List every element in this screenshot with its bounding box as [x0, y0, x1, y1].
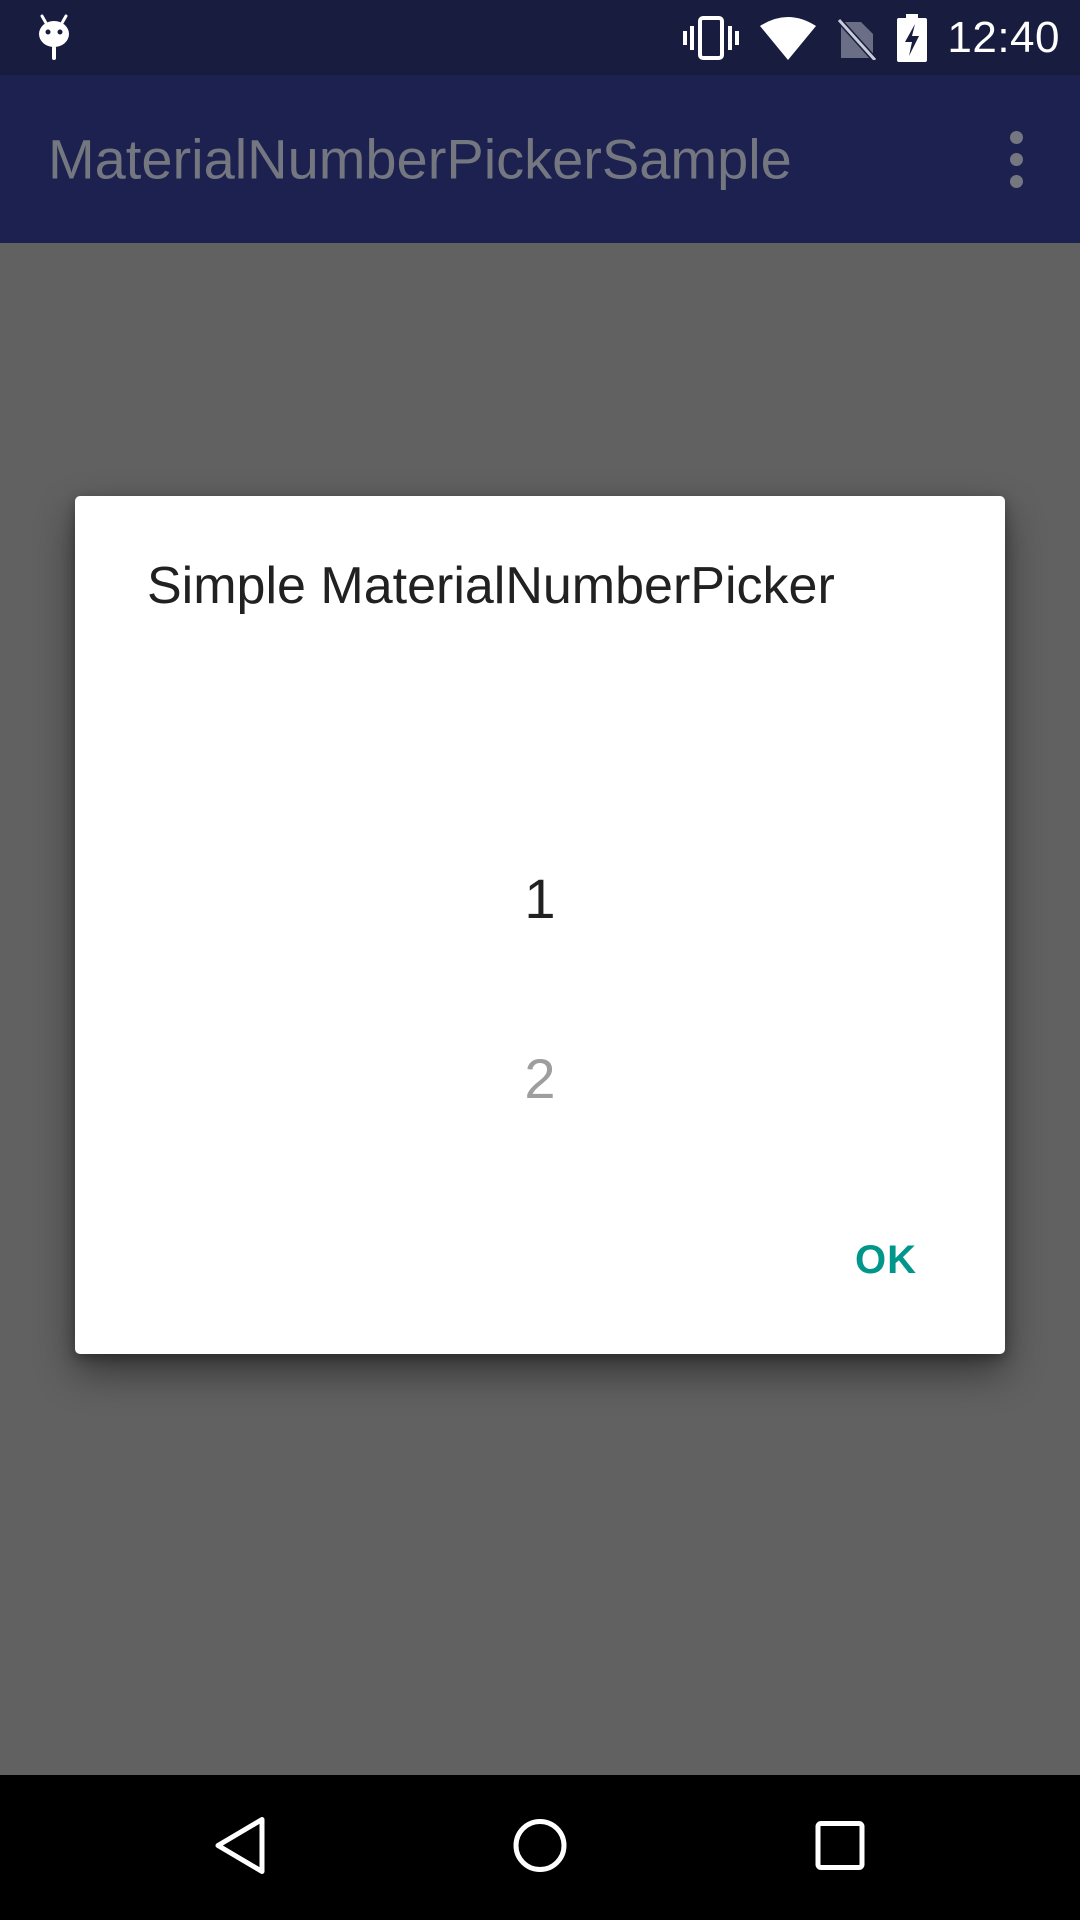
picker-next-value[interactable]: 2 [75, 1046, 1005, 1111]
no-sim-icon [837, 16, 878, 60]
wifi-icon [759, 16, 817, 60]
status-time: 12:40 [947, 12, 1060, 62]
overflow-dot [1009, 174, 1023, 188]
status-bar: 12:40 [0, 0, 1080, 75]
battery-charging-icon [897, 13, 928, 62]
recents-icon[interactable] [815, 1820, 865, 1875]
app-toolbar: MaterialNumberPickerSample [0, 75, 1080, 243]
more-vert-icon[interactable] [992, 123, 1040, 195]
number-picker[interactable]: 1 2 [75, 676, 1005, 1216]
back-icon[interactable] [212, 1815, 268, 1880]
picker-selected-value[interactable]: 1 [75, 866, 1005, 931]
screen: 12:40 MaterialNumberPickerSample Simple … [0, 0, 1080, 1920]
number-picker-dialog: Simple MaterialNumberPicker 1 2 OK [75, 496, 1005, 1354]
toolbar-title: MaterialNumberPickerSample [48, 127, 792, 191]
overflow-dot [1009, 130, 1023, 144]
dialog-title: Simple MaterialNumberPicker [147, 557, 835, 615]
vibrate-icon [683, 15, 740, 60]
home-icon[interactable] [512, 1817, 568, 1878]
ok-button[interactable]: OK [847, 1232, 925, 1289]
navigation-bar [0, 1775, 1080, 1920]
overflow-dot [1009, 152, 1023, 166]
debug-android-icon [36, 14, 72, 62]
